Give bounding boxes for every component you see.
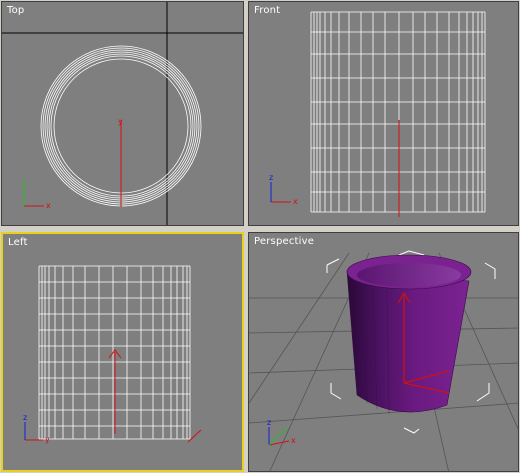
front-view-canvas: x z	[269, 11, 486, 217]
pivot-y-label: y	[118, 117, 123, 126]
viewport-perspective[interactable]: Perspective x z y	[248, 232, 519, 472]
perspective-view-canvas: x z y	[249, 250, 518, 471]
corner-x-label: x	[46, 201, 51, 210]
tube-object	[346, 254, 472, 415]
corner-x-label: x	[293, 197, 298, 206]
corner-y-label: y	[45, 435, 50, 444]
viewport-left[interactable]: Left y z	[1, 232, 244, 472]
viewport-top[interactable]: Top y x y	[1, 1, 244, 226]
corner-y-label: y	[22, 177, 27, 186]
tube-wireframe-front	[310, 11, 486, 213]
corner-z-label: z	[267, 418, 271, 427]
top-view-canvas: y x y	[2, 2, 243, 225]
corner-y-label: y	[282, 425, 287, 434]
corner-x-label: x	[291, 436, 296, 445]
left-view-canvas: y z	[23, 265, 202, 444]
viewport-front[interactable]: Front x z	[248, 1, 519, 226]
corner-z-label: z	[23, 413, 27, 422]
corner-z-label: z	[269, 173, 273, 182]
